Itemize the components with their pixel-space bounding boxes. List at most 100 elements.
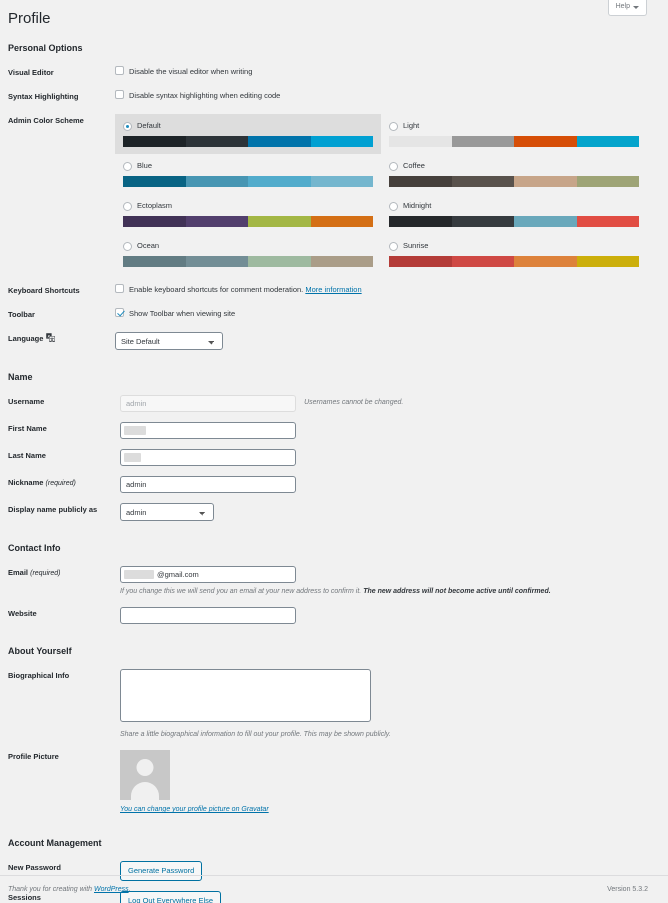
admin-color-scheme-options: Default Light Blue Coffee Ectoplasm Midnight O… [115,114,648,274]
color-scheme-palette [389,136,639,147]
label-website: Website [8,609,37,618]
color-scheme-palette [389,176,639,187]
color-swatch [389,176,452,187]
color-scheme-label: Blue [137,161,153,170]
footer-thanks-suffix: . [128,886,131,893]
email-hint: If you change this we will send you an e… [120,586,648,597]
label-keyboard-shortcuts: Keyboard Shortcuts [8,286,80,295]
color-scheme-option-midnight[interactable]: Midnight [381,194,647,234]
page-title: Profile [8,10,51,27]
color-scheme-label: Coffee [403,161,425,170]
gravatar-link-text: You can change your profile picture on G… [120,806,269,813]
display-name-select[interactable]: admin [120,503,214,521]
color-swatch [248,216,311,227]
color-scheme-name-row: Light [389,120,639,132]
color-scheme-option-ectoplasm[interactable]: Ectoplasm [115,194,381,234]
color-scheme-option-sunrise[interactable]: Sunrise [381,234,647,274]
color-swatch [185,136,248,147]
email-required-note: (required) [30,570,61,577]
language-select[interactable]: Site DefaultEnglish (United States) [115,332,223,350]
section-heading-name: Name [8,372,33,382]
color-swatch [185,176,248,187]
color-scheme-option-coffee[interactable]: Coffee [381,154,647,194]
profile-form: Profile Personal Options Visual Editor D… [0,0,668,903]
chevron-down-icon [633,5,639,9]
email-label-text: Email [8,568,29,577]
color-scheme-radio-light[interactable] [389,121,398,131]
section-heading-contact-info: Contact Info [8,543,61,553]
color-scheme-name-row: Coffee [389,160,639,172]
row-keyboard-shortcuts: Keyboard Shortcuts Enable keyboard short… [8,279,648,303]
color-swatch [576,176,639,187]
color-scheme-option-light[interactable]: Light [381,114,647,154]
first-name-redaction [124,426,146,435]
color-swatch [123,176,186,187]
label-last-name: Last Name [8,451,46,460]
first-name-input[interactable] [120,422,296,439]
language-label-text: Language [8,334,44,343]
row-toolbar: Toolbar Show Toolbar when viewing site [8,303,648,327]
color-scheme-option-ocean[interactable]: Ocean [115,234,381,274]
gravatar-link[interactable]: You can change your profile picture on G… [120,804,648,816]
row-visual-editor: Visual Editor Disable the visual editor … [8,61,648,85]
section-heading-account-management: Account Management [8,838,102,848]
row-display-name: Display name publicly as admin [8,498,648,526]
label-nickname: Nickname (required) [8,471,120,498]
toolbar-checkbox-label: Show Toolbar when viewing site [129,309,236,318]
color-scheme-radio-ocean[interactable] [123,241,132,251]
help-tab[interactable]: Help [607,0,647,16]
color-swatch [451,216,514,227]
keyboard-shortcuts-checkbox[interactable] [115,284,124,293]
avatar-head [136,759,154,776]
last-name-input[interactable] [120,449,296,466]
color-scheme-palette [389,256,639,267]
email-hint-bold: The new address will not become active u… [363,588,551,595]
username-input [120,395,296,412]
wordpress-link[interactable]: WordPress [94,886,129,893]
row-first-name: First Name [8,417,648,444]
color-scheme-name-row: Blue [123,160,373,172]
color-swatch [576,136,639,147]
color-swatch [310,136,373,147]
color-scheme-name-row: Ocean [123,240,373,252]
color-swatch [514,176,577,187]
color-swatch [123,136,186,147]
color-swatch [185,256,248,267]
section-heading-personal-options: Personal Options [8,43,83,53]
nickname-input[interactable] [120,476,296,493]
color-swatch [451,136,514,147]
color-swatch [389,216,452,227]
color-scheme-radio-default[interactable] [123,121,132,131]
color-scheme-radio-sunrise[interactable] [389,241,398,251]
color-scheme-radio-midnight[interactable] [389,201,398,211]
color-scheme-option-blue[interactable]: Blue [115,154,381,194]
biographical-info-textarea[interactable] [120,669,371,722]
label-username: Username [8,397,45,406]
color-scheme-option-default[interactable]: Default [115,114,381,154]
row-language: Language A 文 Site DefaultEnglish (United… [8,327,648,355]
website-input[interactable] [120,607,296,624]
toolbar-checkbox[interactable] [115,308,124,317]
color-scheme-palette [123,256,373,267]
row-syntax-highlighting: Syntax Highlighting Disable syntax highl… [8,85,648,109]
color-swatch [576,256,639,267]
color-swatch [514,216,577,227]
syntax-highlighting-checkbox-label: Disable syntax highlighting when editing… [129,91,281,100]
row-profile-picture: Profile Picture You can change your prof… [8,745,648,821]
color-scheme-radio-blue[interactable] [123,161,132,171]
label-syntax-highlighting: Syntax Highlighting [8,92,79,101]
visual-editor-checkbox[interactable] [115,66,124,75]
color-scheme-label: Default [137,121,161,130]
last-name-field-wrap [120,449,296,466]
section-heading-about-yourself: About Yourself [8,646,72,656]
more-information-link[interactable]: More information [305,285,361,294]
color-scheme-palette [123,216,373,227]
syntax-highlighting-checkbox[interactable] [115,90,124,99]
row-admin-color-scheme: Admin Color Scheme Default Light Blue Coffe… [8,109,648,279]
row-nickname: Nickname (required) [8,471,648,498]
color-scheme-radio-ectoplasm[interactable] [123,201,132,211]
default-avatar-icon [120,750,170,800]
label-display-name: Display name publicly as [8,505,98,514]
admin-profile-screen: Help Profile Personal Options Visual Edi… [0,0,668,903]
color-scheme-radio-coffee[interactable] [389,161,398,171]
